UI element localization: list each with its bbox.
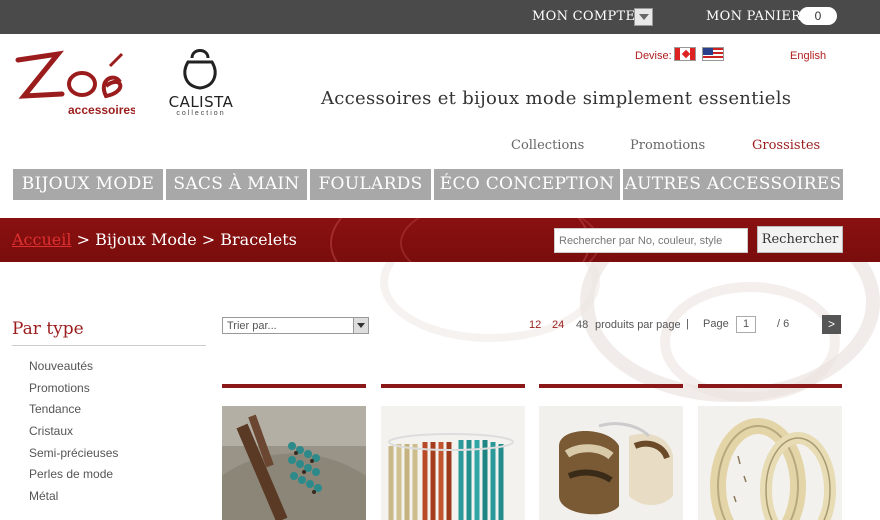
sidebar-item-perles-de-mode[interactable]: Perles de mode — [29, 467, 113, 481]
nav-eco-conception[interactable]: ÉCO CONCEPTION — [434, 169, 620, 200]
per-page-12[interactable]: 12 — [529, 319, 541, 331]
per-page-48[interactable]: 48 — [576, 319, 588, 331]
zoe-logo[interactable]: accessoires — [10, 44, 135, 119]
tagline: Accessoires et bijoux mode simplement es… — [321, 88, 792, 109]
breadcrumb-home-link[interactable]: Accueil — [12, 230, 71, 249]
nav-bijoux-mode[interactable]: BIJOUX MODE — [13, 169, 163, 200]
link-collections[interactable]: Collections — [511, 138, 584, 153]
per-page-label: produits par page — [595, 319, 681, 331]
breadcrumb-path: > Bijoux Mode > Bracelets — [71, 230, 297, 249]
product-divider — [381, 384, 525, 388]
page-label: Page — [703, 318, 729, 330]
search-input[interactable]: Rechercher par No, couleur, style — [554, 228, 748, 253]
search-button[interactable]: Rechercher — [757, 226, 843, 253]
account-link[interactable]: MON COMPTE — [532, 9, 635, 24]
next-page-button[interactable]: > — [822, 315, 841, 334]
toolbar-separator: | — [686, 318, 689, 330]
canada-flag-icon[interactable] — [674, 47, 696, 61]
product-divider — [222, 384, 366, 388]
sidebar-item-metal[interactable]: Métal — [29, 489, 58, 503]
chevron-down-icon — [353, 318, 368, 333]
account-dropdown-button[interactable] — [634, 8, 653, 26]
usa-flag-icon[interactable] — [702, 47, 724, 61]
sidebar-item-tendance[interactable]: Tendance — [29, 402, 81, 416]
breadcrumb: Accueil > Bijoux Mode > Bracelets — [12, 230, 297, 249]
calista-name: CALISTA — [168, 93, 234, 111]
product-image[interactable] — [698, 406, 842, 520]
nav-sacs-a-main[interactable]: SACS À MAIN — [166, 169, 307, 200]
product-image[interactable] — [381, 406, 525, 520]
sidebar-item-nouveautes[interactable]: Nouveautés — [29, 359, 93, 373]
sidebar-item-promotions[interactable]: Promotions — [29, 381, 90, 395]
divider — [12, 345, 206, 346]
product-image[interactable] — [539, 406, 683, 520]
product-divider — [698, 384, 842, 388]
page-total: / 6 — [777, 318, 790, 330]
chevron-down-icon — [639, 14, 649, 20]
nav-autres-accessoires[interactable]: AUTRES ACCESSOIRES — [623, 169, 843, 200]
page-number-input[interactable]: 1 — [736, 316, 756, 333]
sort-select[interactable]: Trier par... — [222, 317, 369, 334]
product-divider — [539, 384, 683, 388]
link-promotions[interactable]: Promotions — [630, 138, 705, 153]
currency-label: Devise: — [635, 50, 672, 62]
sidebar-item-semi-precieuses[interactable]: Semi-précieuses — [29, 446, 118, 460]
sidebar-item-cristaux[interactable]: Cristaux — [29, 424, 73, 438]
sidebar-title: Par type — [12, 319, 84, 339]
per-page-24[interactable]: 24 — [552, 319, 564, 331]
nav-foulards[interactable]: FOULARDS — [310, 169, 431, 200]
calista-subtitle: collection — [176, 110, 226, 117]
zoe-logo-subtext: accessoires — [68, 103, 135, 117]
cart-count-badge[interactable]: 0 — [799, 7, 837, 25]
sort-select-value: Trier par... — [227, 320, 277, 332]
product-image[interactable] — [222, 406, 366, 520]
cart-link[interactable]: MON PANIER — [706, 9, 801, 24]
link-grossistes[interactable]: Grossistes — [752, 138, 820, 153]
language-link[interactable]: English — [790, 50, 826, 62]
